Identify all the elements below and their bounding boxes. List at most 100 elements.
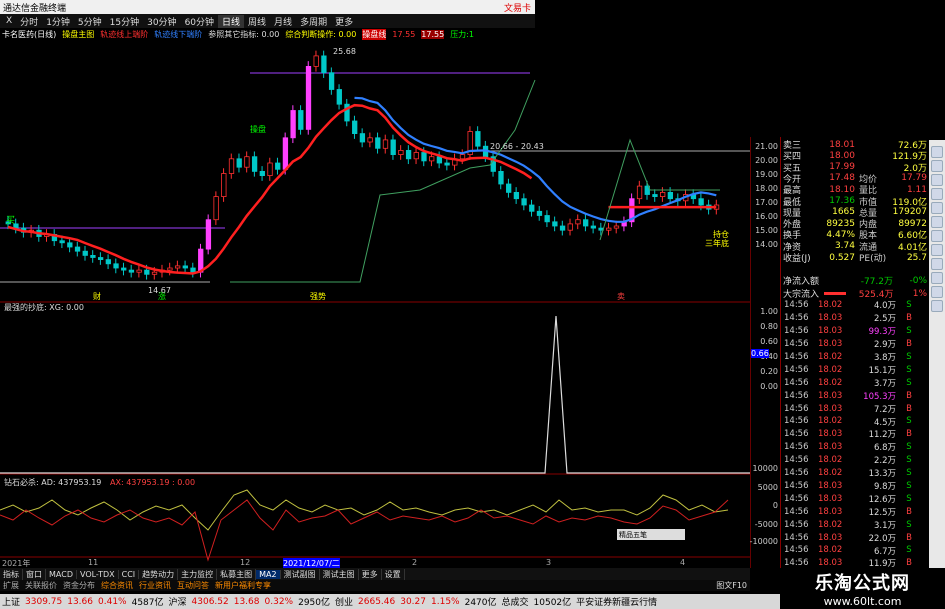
sidebar-button[interactable] [931, 244, 943, 256]
candle-body [113, 263, 119, 269]
indicator-tab[interactable]: 趋势动力 [139, 568, 179, 580]
flow-row: 大宗流入 525.4万 1% [783, 288, 927, 301]
candle-body [298, 110, 304, 130]
period-tab[interactable]: 15分钟 [106, 15, 143, 28]
kline-chart[interactable]: 25.6820.66 - 20.4314.67买操盘持仓三年底财涨强势 卖最强的抄… [0, 40, 750, 568]
tick-time: 14:56 [784, 532, 809, 543]
indicator-tabs: 指标 窗口 MACD VOL-TDX CCI 趋势动力 主力监控 私募主图 MA2 测试副图 测试主… [0, 568, 750, 580]
sz-label[interactable]: 沪深 [169, 595, 187, 608]
quote-key: 收益(J) [783, 254, 811, 264]
date-tick: 2 [412, 558, 418, 567]
tick-row: 14:56 18.02 3.1万 S [784, 519, 926, 531]
period-tab[interactable]: 多周期 [296, 15, 331, 28]
sub-tab[interactable]: 互动问答 [174, 580, 212, 591]
pressure-label: 压力:1 [450, 29, 474, 39]
sidebar-button[interactable] [931, 160, 943, 172]
tick-row: 14:56 18.02 6.7万 S [784, 545, 926, 556]
ind2-line-yellow [0, 489, 729, 531]
ind2-ax: AX: 437953.19 : 0.00 [110, 478, 195, 487]
tick-row: 14:56 18.03 6.8万 S [784, 442, 926, 453]
sidebar-button[interactable] [931, 216, 943, 228]
candle-body [290, 110, 296, 139]
quote-value: 4.47% [826, 229, 855, 240]
sidebar-button[interactable] [931, 202, 943, 214]
indicator-tab[interactable]: CCI [119, 569, 140, 579]
sidebar-button[interactable] [931, 174, 943, 186]
quick-input-box[interactable]: 精品五笔 [617, 529, 685, 540]
sidebar-button[interactable] [931, 258, 943, 270]
news-ticker[interactable]: 平安证券新疆云行情 [576, 595, 657, 608]
quote-value: 17.36 [829, 196, 855, 206]
candle-body [313, 55, 319, 67]
brand-label[interactable]: 文易卡 [504, 1, 531, 14]
indicator-tab[interactable]: 更多 [359, 568, 382, 580]
candle-body [390, 139, 396, 156]
menu-x[interactable]: X [2, 16, 16, 26]
sub-tab[interactable]: 新用户福利专享 [212, 580, 274, 591]
sidebar-button[interactable] [931, 272, 943, 284]
period-tab[interactable]: 月线 [270, 15, 296, 28]
candle-body [636, 185, 643, 200]
candle-body [506, 183, 512, 193]
indicator-tab[interactable]: 测试副图 [281, 568, 320, 580]
cy-label[interactable]: 创业 [335, 595, 353, 608]
indicator-tab[interactable]: 设置 [382, 568, 405, 580]
indicator-tab[interactable]: 私募主图 [217, 568, 257, 580]
sidebar-button[interactable] [931, 300, 943, 312]
f10-tab[interactable]: 图文F10 [713, 580, 750, 591]
value-1: 17.55 [392, 29, 416, 39]
tick-row: 14:56 18.02 3.8万 S [784, 352, 926, 363]
candle-body [405, 150, 412, 160]
sub-tab[interactable]: 资金分布 [60, 580, 98, 591]
candle-body [244, 156, 250, 168]
period-tab[interactable]: 更多 [331, 15, 357, 28]
tick-side: B [906, 532, 912, 543]
indicator-info-bar: 卡名医药(日线) 操盘主图 轨迹线上端阶 轨迹线下端阶 参照其它指标: 0.00… [0, 28, 535, 40]
sz-index: 4306.52 [191, 596, 229, 607]
tick-side: B [906, 403, 912, 414]
tick-volume: 22.0万 [868, 533, 896, 544]
indicator-tab[interactable]: 测试主图 [320, 568, 359, 580]
sidebar-button[interactable] [931, 146, 943, 158]
indicator-tab[interactable]: 指标 [0, 568, 23, 580]
candle-body [167, 267, 173, 271]
period-tab[interactable]: 5分钟 [74, 15, 106, 28]
quote-value: 17.48 [829, 173, 855, 184]
tick-row: 14:56 18.03 12.5万 B [784, 506, 926, 518]
indicator-tab[interactable]: MACD [46, 569, 77, 579]
candle-body [475, 131, 481, 147]
tick-price: 18.03 [818, 558, 843, 569]
sidebar-button[interactable] [931, 230, 943, 242]
sh-label[interactable]: 上证 [2, 595, 20, 608]
flow-pct: 1% [912, 288, 927, 299]
candle-body [521, 198, 527, 206]
indicator-tab[interactable]: MA2 [256, 569, 281, 579]
sub-tab[interactable]: 行业资讯 [136, 580, 174, 591]
period-tab[interactable]: 分时 [16, 15, 42, 28]
candle-body [544, 215, 550, 223]
candle-body [305, 65, 312, 130]
tick-price: 18.02 [818, 364, 843, 375]
tick-time: 14:56 [784, 300, 809, 311]
sub-tab[interactable]: 扩展 [0, 580, 22, 591]
sidebar-button[interactable] [931, 188, 943, 200]
indicator-tab[interactable]: 主力监控 [178, 568, 218, 580]
period-tab[interactable]: 60分钟 [181, 15, 218, 28]
period-tab[interactable]: 30分钟 [143, 15, 180, 28]
period-tab[interactable]: 日线 [218, 14, 245, 28]
cy-index: 2665.46 [358, 596, 396, 607]
indicator-tab[interactable]: VOL-TDX [77, 569, 119, 579]
period-tab[interactable]: 周线 [244, 15, 270, 28]
candle-body [221, 173, 227, 198]
period-tab[interactable]: 1分钟 [42, 15, 74, 28]
sidebar-button[interactable] [931, 286, 943, 298]
indicator-tab[interactable]: 窗口 [23, 568, 46, 580]
ind1-tick: 0.60 [760, 337, 778, 346]
ind2-tick: -5000 [754, 520, 778, 529]
sub-tab[interactable]: 关联报价 [22, 580, 60, 591]
sub-tab[interactable]: 综合资讯 [98, 580, 136, 591]
candle-body [606, 227, 612, 231]
candle-body [559, 225, 566, 231]
tick-price: 18.03 [818, 403, 843, 414]
main-indicator-name[interactable]: 操盘主图 [62, 29, 94, 40]
